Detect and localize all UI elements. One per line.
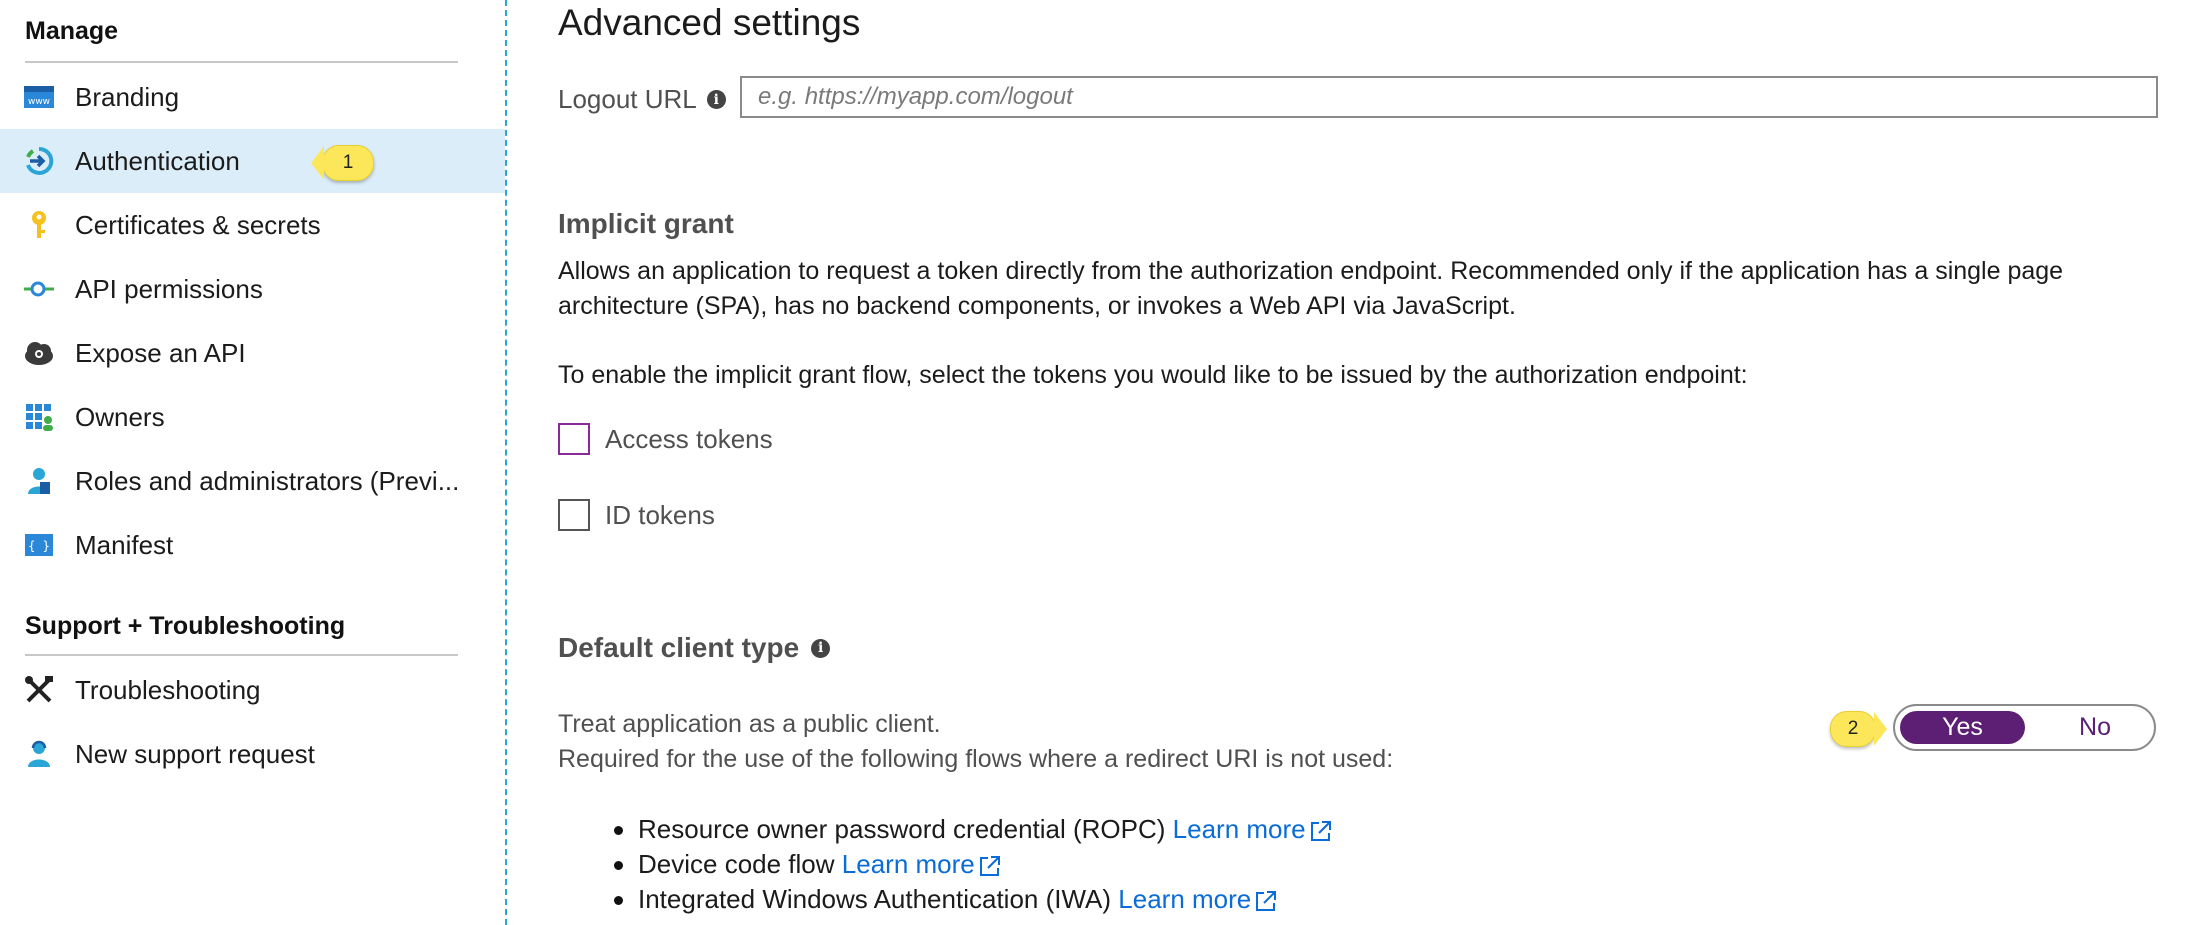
authentication-icon bbox=[22, 146, 56, 176]
callout-1: 1 bbox=[311, 145, 374, 181]
id-tokens-checkbox-row[interactable]: ID tokens bbox=[558, 499, 715, 531]
info-icon[interactable]: i bbox=[811, 638, 831, 658]
list-item: Device code flow Learn more bbox=[558, 847, 1333, 882]
support-person-icon bbox=[22, 739, 56, 769]
sidebar-item-troubleshooting[interactable]: Troubleshooting bbox=[0, 658, 505, 722]
flows-list: Resource owner password credential (ROPC… bbox=[558, 812, 1333, 917]
wrench-screwdriver-icon bbox=[22, 675, 56, 705]
implicit-grant-description: Allows an application to request a token… bbox=[558, 257, 2064, 320]
flow-text: Device code flow bbox=[638, 849, 835, 879]
learn-more-link[interactable]: Learn more bbox=[1118, 884, 1278, 914]
sidebar-item-new-support-request[interactable]: New support request bbox=[0, 722, 505, 786]
sidebar-item-label: Troubleshooting bbox=[75, 674, 261, 705]
external-link-icon bbox=[1310, 821, 1331, 842]
sidebar-item-manifest[interactable]: { } Manifest bbox=[0, 513, 505, 577]
sidebar-item-certificates[interactable]: Certificates & secrets bbox=[0, 193, 505, 257]
svg-text:www: www bbox=[28, 97, 50, 107]
toggle-no-option[interactable]: No bbox=[2040, 711, 2150, 744]
sidebar-item-label: API permissions bbox=[75, 273, 263, 304]
callout-pointer bbox=[311, 146, 324, 180]
sidebar-item-label: Expose an API bbox=[75, 337, 246, 368]
sidebar: Manage www Branding Authentication 1 Cer… bbox=[0, 0, 505, 925]
api-permissions-icon bbox=[22, 274, 56, 304]
access-tokens-checkbox-row[interactable]: Access tokens bbox=[558, 423, 773, 455]
external-link-icon bbox=[979, 856, 1000, 877]
info-icon[interactable]: i bbox=[706, 90, 726, 109]
learn-more-link[interactable]: Learn more bbox=[1173, 814, 1333, 844]
callout-1-number: 1 bbox=[342, 152, 354, 173]
sidebar-item-roles[interactable]: Roles and administrators (Previ... bbox=[0, 449, 505, 513]
learn-more-label: Learn more bbox=[1172, 814, 1306, 844]
flow-text: Resource owner password credential (ROPC… bbox=[638, 814, 1166, 844]
learn-more-label: Learn more bbox=[1118, 884, 1252, 914]
bullet bbox=[614, 826, 623, 835]
implicit-grant-heading: Implicit grant bbox=[558, 208, 734, 239]
logout-url-input[interactable] bbox=[740, 76, 2158, 118]
pane-divider bbox=[505, 0, 507, 925]
bullet bbox=[614, 861, 623, 870]
flow-text: Integrated Windows Authentication (IWA) bbox=[638, 884, 1112, 914]
id-tokens-label: ID tokens bbox=[605, 499, 715, 530]
sidebar-item-label: Roles and administrators (Previ... bbox=[75, 465, 460, 496]
sidebar-item-label: Authentication bbox=[75, 145, 240, 176]
branding-www-icon: www bbox=[22, 82, 56, 112]
callout-2-number: 2 bbox=[1847, 718, 1859, 739]
sidebar-item-api-permissions[interactable]: API permissions bbox=[0, 257, 505, 321]
list-item: Integrated Windows Authentication (IWA) … bbox=[558, 882, 1333, 917]
callout-2: 2 bbox=[1830, 711, 1887, 747]
callout-pointer bbox=[1874, 712, 1887, 746]
id-tokens-checkbox[interactable] bbox=[558, 499, 590, 531]
default-client-type-heading-group: Default client type i bbox=[558, 632, 831, 664]
public-client-toggle[interactable]: Yes No bbox=[1893, 704, 2156, 751]
default-client-type-heading: Default client type bbox=[558, 632, 800, 663]
manage-section-header: Manage bbox=[25, 17, 119, 45]
sidebar-item-authentication[interactable]: Authentication bbox=[0, 129, 505, 193]
section-divider bbox=[25, 654, 458, 656]
page-title: Advanced settings bbox=[558, 2, 861, 43]
owners-grid-icon bbox=[22, 402, 56, 432]
sidebar-item-label: Branding bbox=[75, 81, 180, 112]
access-tokens-label: Access tokens bbox=[605, 423, 773, 454]
external-link-icon bbox=[1256, 891, 1277, 912]
implicit-grant-instruction: To enable the implicit grant flow, selec… bbox=[558, 361, 1748, 389]
bullet bbox=[614, 896, 623, 905]
manifest-icon: { } bbox=[22, 530, 56, 560]
svg-text:{ }: { } bbox=[28, 539, 50, 553]
sidebar-item-expose-api[interactable]: Expose an API bbox=[0, 321, 505, 385]
learn-more-link[interactable]: Learn more bbox=[842, 849, 1002, 879]
sidebar-item-label: Owners bbox=[75, 401, 165, 432]
logout-url-label: Logout URL bbox=[558, 84, 697, 114]
cloud-gear-icon bbox=[22, 338, 56, 368]
sidebar-item-label: Certificates & secrets bbox=[75, 209, 321, 240]
section-divider bbox=[25, 61, 458, 63]
sidebar-item-label: New support request bbox=[75, 738, 315, 769]
key-icon bbox=[22, 210, 56, 240]
roles-icon bbox=[22, 466, 56, 496]
main-panel: Advanced settings Logout URL i Implicit … bbox=[558, 0, 2193, 925]
sidebar-item-owners[interactable]: Owners bbox=[0, 385, 505, 449]
list-item: Resource owner password credential (ROPC… bbox=[558, 812, 1333, 847]
support-section-header: Support + Troubleshooting bbox=[25, 612, 346, 640]
sidebar-item-label: Manifest bbox=[75, 529, 174, 560]
access-tokens-checkbox[interactable] bbox=[558, 423, 590, 455]
sidebar-item-branding[interactable]: www Branding bbox=[0, 65, 505, 129]
toggle-yes-option[interactable]: Yes bbox=[1900, 711, 2025, 744]
logout-url-label-group: Logout URL i bbox=[558, 84, 726, 115]
learn-more-label: Learn more bbox=[841, 849, 975, 879]
